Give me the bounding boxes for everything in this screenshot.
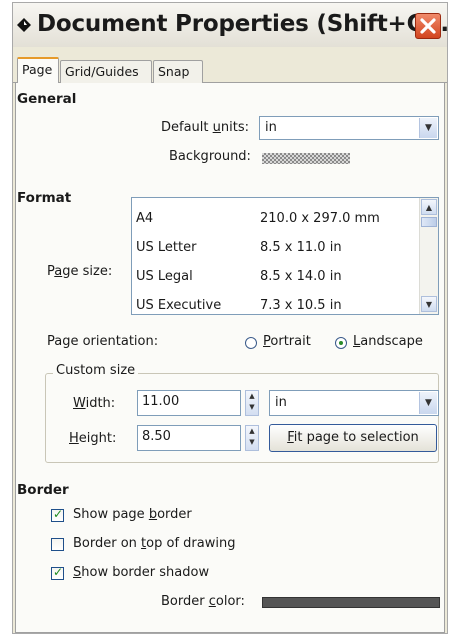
portrait-label[interactable]: Portrait xyxy=(263,334,311,349)
title-bar[interactable]: Document Properties (Shift+C... xyxy=(13,3,449,47)
portrait-radio[interactable] xyxy=(245,337,257,349)
height-input[interactable]: 8.50 xyxy=(137,425,241,451)
list-item[interactable]: US Legal 8.5 x 14.0 in xyxy=(132,264,420,293)
section-border-heading: Border xyxy=(17,482,69,498)
width-label: Width: xyxy=(73,396,116,411)
tab-page[interactable]: Page xyxy=(17,57,59,84)
landscape-label[interactable]: Landscape xyxy=(353,334,423,349)
size-units-select[interactable]: in ▼ xyxy=(269,390,439,416)
spin-arrows-icon: ▲ ▼ xyxy=(249,392,255,411)
background-label: Background: xyxy=(169,149,251,164)
tab-snap-label: Snap xyxy=(158,64,190,79)
chevron-up-icon: ▲ xyxy=(425,202,433,212)
chevron-down-icon: ▼ xyxy=(419,118,437,138)
show-border-shadow-checkbox[interactable] xyxy=(51,565,64,580)
page-size-scrollbar[interactable]: ▲ ▼ xyxy=(419,198,438,314)
background-color-swatch[interactable] xyxy=(262,153,350,164)
height-label: Height: xyxy=(69,431,117,446)
fit-page-to-selection-button[interactable]: Fit page to selection xyxy=(269,424,437,452)
page-size-list[interactable]: A4 210.0 x 297.0 mm US Letter 8.5 x 11.0… xyxy=(131,197,439,315)
border-on-top-checkbox[interactable] xyxy=(51,538,64,551)
size-units-value: in xyxy=(275,395,287,410)
show-page-border-label[interactable]: Show page border xyxy=(73,507,192,522)
chevron-down-icon: ▼ xyxy=(425,299,433,309)
tab-grid-guides[interactable]: Grid/Guides xyxy=(60,60,152,83)
width-stepper[interactable]: ▲ ▼ xyxy=(245,390,259,416)
scroll-up-button[interactable]: ▲ xyxy=(421,199,437,215)
section-format-heading: Format xyxy=(17,190,72,206)
height-stepper[interactable]: ▲ ▼ xyxy=(245,425,259,451)
show-page-border-checkbox[interactable] xyxy=(51,507,64,522)
inkscape-diamond-icon xyxy=(17,18,31,32)
close-icon xyxy=(420,18,436,34)
window-title: Document Properties (Shift+C... xyxy=(37,11,449,37)
section-general-heading: General xyxy=(17,91,77,107)
height-value: 8.50 xyxy=(142,429,171,444)
custom-size-title: Custom size xyxy=(53,363,139,378)
border-color-swatch[interactable] xyxy=(262,597,440,608)
default-units-label: Default units: xyxy=(161,120,249,135)
list-item[interactable]: US Executive 7.3 x 10.5 in xyxy=(132,293,420,314)
border-on-top-label[interactable]: Border on top of drawing xyxy=(73,536,235,551)
list-item[interactable]: A4 210.0 x 297.0 mm xyxy=(132,206,420,235)
landscape-radio[interactable] xyxy=(335,337,347,349)
width-input[interactable]: 11.00 xyxy=(137,390,241,416)
close-button[interactable] xyxy=(415,13,441,39)
tab-page-label: Page xyxy=(22,62,53,77)
chevron-down-icon: ▼ xyxy=(419,392,437,414)
spin-arrows-icon: ▲ ▼ xyxy=(249,427,255,446)
width-value: 11.00 xyxy=(142,394,180,409)
page-orientation-label: Page orientation: xyxy=(47,334,159,349)
scroll-thumb[interactable] xyxy=(421,217,437,227)
tab-snap[interactable]: Snap xyxy=(153,60,203,83)
document-properties-window: Document Properties (Shift+C... Page Gri… xyxy=(12,2,449,634)
tab-grid-guides-label: Grid/Guides xyxy=(65,64,139,79)
border-color-label: Border color: xyxy=(161,594,245,609)
scroll-down-button[interactable]: ▼ xyxy=(421,296,437,312)
page-size-label: Page size: xyxy=(47,264,113,279)
show-border-shadow-label[interactable]: Show border shadow xyxy=(73,565,209,580)
default-units-select[interactable]: in ▼ xyxy=(259,116,439,140)
default-units-value: in xyxy=(265,120,277,135)
list-item[interactable]: US Letter 8.5 x 11.0 in xyxy=(132,235,420,264)
